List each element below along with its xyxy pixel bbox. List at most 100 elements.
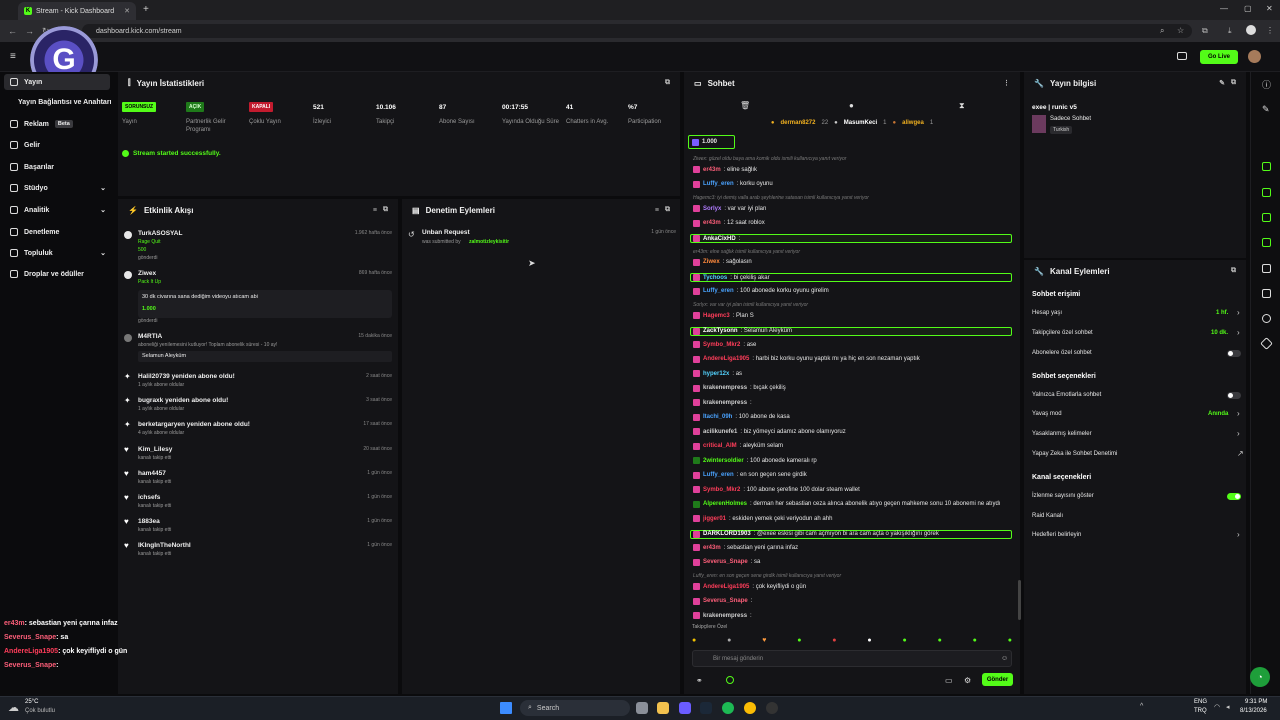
chat-username[interactable]: AnkaCixHD bbox=[703, 236, 736, 242]
followers-chat-label[interactable]: Takipçilere özel sohbet bbox=[1032, 330, 1093, 336]
moderation-item[interactable]: ↺ Unban Request was submitted by zalmoti… bbox=[408, 229, 676, 249]
emote-icon[interactable]: ● bbox=[1008, 637, 1012, 644]
maximize-icon[interactable]: ▢ bbox=[1244, 4, 1252, 13]
sidebar-item-broadcast[interactable]: Yayın bbox=[10, 78, 42, 86]
chat-message[interactable]: er43m: 12 saat roblox bbox=[693, 219, 765, 227]
chat-message[interactable]: critical_AIM: aleyküm selam bbox=[693, 442, 783, 450]
minimize-icon[interactable]: — bbox=[1220, 4, 1228, 13]
banned-words-label[interactable]: Yasaklanmış kelimeler bbox=[1032, 431, 1092, 437]
sidebar-item-community[interactable]: Topluluk ⌄ bbox=[10, 249, 106, 257]
monitor-rail-icon[interactable] bbox=[1262, 264, 1271, 273]
chat-username[interactable]: AlperenHolmes bbox=[703, 501, 747, 507]
chat-username[interactable]: Luffy_eren bbox=[703, 288, 734, 294]
forward-icon[interactable]: → bbox=[25, 26, 34, 36]
emote-icon[interactable]: ● bbox=[973, 637, 977, 644]
close-window-icon[interactable]: ✕ bbox=[1266, 4, 1273, 13]
chevron-right-icon[interactable]: › bbox=[1237, 429, 1240, 438]
wifi-icon[interactable]: ◠ bbox=[1214, 703, 1220, 711]
chat-bubble-icon[interactable]: ● bbox=[849, 101, 854, 110]
chrome-icon[interactable] bbox=[744, 702, 756, 714]
slow-mode-label[interactable]: Yavaş mod bbox=[1032, 411, 1062, 417]
raid-label[interactable]: Raid Kanalı bbox=[1032, 513, 1063, 519]
chat-username[interactable]: Itachi_09h bbox=[703, 414, 732, 420]
chevron-right-icon[interactable]: › bbox=[1237, 328, 1240, 337]
obs-icon[interactable] bbox=[766, 702, 778, 714]
chat-message[interactable]: AndereLiga1905: harbi biz korku oyunu ya… bbox=[693, 355, 920, 363]
file-explorer-icon[interactable] bbox=[657, 702, 669, 714]
popout-icon[interactable]: ⧉ bbox=[665, 79, 670, 87]
chat-input[interactable]: Bir mesaj gönderin ☺ bbox=[692, 650, 1012, 667]
chat-username[interactable]: krakenempress bbox=[703, 385, 747, 391]
discord-icon[interactable] bbox=[679, 702, 691, 714]
chat-username[interactable]: acilikunefe1 bbox=[703, 429, 737, 435]
spotify-icon[interactable] bbox=[722, 702, 734, 714]
chevron-right-icon[interactable]: › bbox=[1237, 308, 1240, 317]
chat-message[interactable]: Severus_Snape: bbox=[693, 597, 752, 605]
gear-icon[interactable]: ⚙ bbox=[964, 676, 971, 685]
chat-username[interactable]: Sorlyx bbox=[703, 206, 721, 212]
chat-username[interactable]: Luffy_eren bbox=[703, 472, 734, 478]
status-ring-icon[interactable] bbox=[726, 676, 734, 684]
chat-message[interactable]: krakenempress: bbox=[693, 612, 752, 619]
chat-username[interactable]: DARKLORD1903 bbox=[703, 531, 751, 537]
sidebar-item-studio[interactable]: Stüdyo ⌄ bbox=[10, 184, 106, 192]
chat-bubble-icon[interactable]: ▭ bbox=[945, 676, 953, 685]
browser-tab[interactable]: K Stream - Kick Dashboard ✕ bbox=[18, 2, 136, 20]
goals-label[interactable]: Hedefleri belirleyin bbox=[1032, 532, 1081, 538]
chat-scrollbar[interactable] bbox=[1018, 580, 1021, 620]
chat-username[interactable]: er43m bbox=[703, 545, 721, 551]
account-age-label[interactable]: Hesap yaşı bbox=[1032, 310, 1062, 316]
document-rail-icon[interactable] bbox=[1262, 188, 1271, 197]
emoji-icon[interactable]: ☺ bbox=[1001, 655, 1008, 662]
chat-message[interactable]: er43m: sebastian yeni çarına infaz bbox=[693, 544, 798, 551]
subs-chat-toggle[interactable] bbox=[1227, 350, 1241, 357]
chat-username[interactable]: er43m bbox=[703, 167, 721, 173]
chat-message[interactable]: Symbo_Mkr2: 100 abone şerefine 100 dolar… bbox=[693, 486, 860, 493]
chat-message[interactable]: ZackTysonn: Selamun Aleyküm bbox=[690, 326, 1012, 336]
sidebar-item-drops[interactable]: Droplar ve ödüller bbox=[10, 270, 84, 278]
chat-username[interactable]: Symbo_Mkr2 bbox=[703, 487, 740, 493]
chevron-right-icon[interactable]: › bbox=[1237, 530, 1240, 539]
chat-username[interactable]: Severus_Snape bbox=[703, 598, 748, 604]
chat-message[interactable]: 2wintersoldier: 100 abonede kameralı rp bbox=[693, 457, 817, 464]
chat-message[interactable]: er43m: eline sağlık bbox=[693, 166, 757, 173]
back-icon[interactable]: ← bbox=[8, 26, 17, 36]
chat-message[interactable]: krakenempress: bbox=[693, 399, 752, 406]
help-chat-icon[interactable]: ◔ bbox=[1250, 667, 1270, 687]
chat-message[interactable]: AndereLiga1905: çok keyifliydi o gün bbox=[693, 583, 806, 590]
chat-message[interactable]: AnkaCixHD: bbox=[690, 234, 1012, 243]
chat-message[interactable]: AlperenHolmes: derman her sebastian ceza… bbox=[693, 500, 1001, 508]
extensions-icon[interactable]: ⧉ bbox=[1202, 26, 1208, 36]
show-viewers-toggle[interactable] bbox=[1227, 493, 1241, 500]
emote-icon[interactable]: ● bbox=[938, 637, 942, 644]
edit-icon[interactable]: ✎ bbox=[1219, 79, 1225, 87]
chat-message[interactable]: Severus_Snape: sa bbox=[693, 558, 760, 566]
chat-message[interactable]: Luffy_eren: 100 abonede korku oyunu gire… bbox=[693, 287, 829, 295]
chat-message[interactable]: Ziwex: sağolasın bbox=[693, 258, 752, 266]
chat-username[interactable]: 2wintersoldier bbox=[703, 458, 744, 464]
download-icon[interactable]: ⤓ bbox=[1228, 26, 1232, 36]
chat-username[interactable]: Symbo_Mkr2 bbox=[703, 342, 740, 348]
chat-username[interactable]: Ziwex bbox=[703, 259, 720, 265]
go-live-button[interactable]: Go Live bbox=[1200, 50, 1238, 64]
chat-message[interactable]: acilikunefe1: biz yömeyci adamız abone o… bbox=[693, 428, 846, 435]
filter-icon[interactable]: ≡ bbox=[655, 207, 659, 214]
emote-icon[interactable]: ● bbox=[727, 637, 731, 644]
chat-settings-link-icon[interactable]: ⚭ bbox=[696, 676, 703, 685]
hamburger-menu-icon[interactable]: ≡ bbox=[10, 51, 16, 62]
task-view-icon[interactable] bbox=[636, 702, 648, 714]
popout-icon[interactable]: ⧉ bbox=[1231, 79, 1236, 87]
tray-chevron-icon[interactable]: ^ bbox=[1140, 703, 1143, 710]
chat-message[interactable]: Luffy_eren: en son geçen sene girdik bbox=[693, 471, 807, 479]
emote-icon[interactable]: ● bbox=[867, 637, 871, 644]
chat-username[interactable]: AndereLiga1905 bbox=[703, 584, 749, 590]
bookmark-star-icon[interactable]: ☆ bbox=[1177, 26, 1184, 35]
emote-icon[interactable]: ● bbox=[902, 637, 906, 644]
chat-menu-icon[interactable]: ⋮ bbox=[1003, 79, 1010, 87]
chat-username[interactable]: hyper12x bbox=[703, 371, 729, 377]
profile-icon[interactable] bbox=[1246, 25, 1256, 35]
url-bar[interactable]: dashboard.kick.com/stream bbox=[82, 24, 1192, 38]
trash-icon[interactable]: 🗑 bbox=[740, 101, 750, 110]
info-icon[interactable]: ⓘ bbox=[1262, 78, 1271, 91]
chat-message[interactable]: jigger01: eskiden yemek çeki veriyodun a… bbox=[693, 515, 832, 522]
